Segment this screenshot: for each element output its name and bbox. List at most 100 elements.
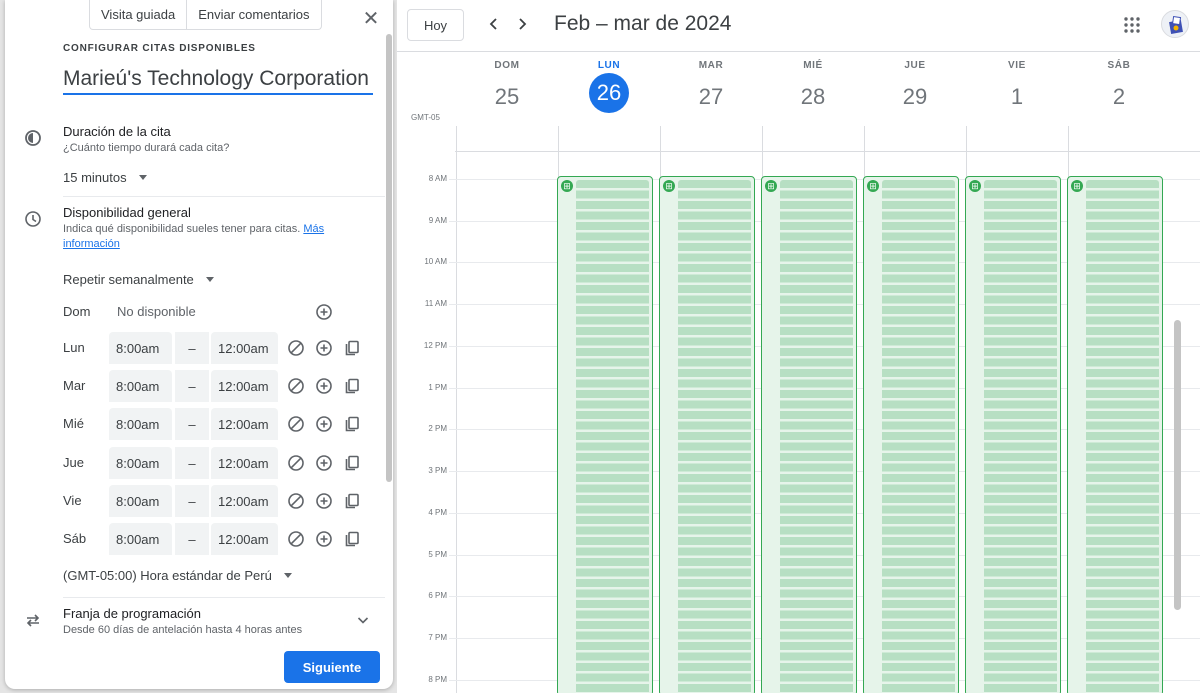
copy-icon[interactable]: [342, 453, 362, 473]
hour-label: 10 AM: [424, 257, 447, 266]
next-button[interactable]: Siguiente: [284, 651, 380, 683]
avatar[interactable]: [1161, 10, 1189, 38]
day-header-vie[interactable]: VIE 1: [966, 60, 1068, 117]
end-time-field[interactable]: 12:00am: [211, 332, 278, 364]
day-header-sab[interactable]: SÁB 2: [1068, 60, 1170, 117]
availability-block-jue[interactable]: ⊞: [863, 176, 959, 693]
copy-icon[interactable]: [342, 491, 362, 511]
day-label: Sáb: [63, 531, 87, 546]
add-time-icon[interactable]: [314, 338, 334, 358]
duration-dropdown[interactable]: 15 minutos: [63, 170, 147, 185]
end-time-field[interactable]: 12:00am: [211, 370, 278, 402]
add-time-icon[interactable]: [314, 491, 334, 511]
chevron-left-icon[interactable]: [484, 14, 504, 34]
end-time-field[interactable]: 12:00am: [211, 408, 278, 440]
panel-scrollbar[interactable]: [386, 34, 392, 482]
appointment-setup-panel: Visita guiada Enviar comentarios ✕ CONFI…: [5, 0, 393, 689]
day-header-mar[interactable]: MAR 27: [660, 60, 762, 117]
day-label: Dom: [63, 304, 91, 319]
start-time-field[interactable]: 8:00am: [109, 370, 172, 402]
hour-label: 7 PM: [428, 633, 447, 642]
hour-label: 9 AM: [428, 216, 447, 225]
unavailable-icon[interactable]: [286, 338, 306, 358]
day-row-vie: Vie 8:00am – 12:00am: [63, 485, 373, 517]
unavailable-icon[interactable]: [286, 414, 306, 434]
appointment-slots[interactable]: [882, 180, 955, 693]
day-label: Mar: [63, 378, 86, 393]
today-button[interactable]: Hoy: [407, 9, 464, 41]
hour-label: 6 PM: [428, 591, 447, 600]
add-time-icon[interactable]: [314, 453, 334, 473]
availability-block-lun[interactable]: ⊞: [557, 176, 653, 693]
title-input[interactable]: Marieú's Technology Corporation: [63, 67, 373, 95]
day-label: Lun: [63, 340, 85, 355]
appointment-grid-icon: ⊞: [867, 180, 879, 192]
day-header-mie[interactable]: MIÉ 28: [762, 60, 864, 117]
section-caption: CONFIGURAR CITAS DISPONIBLES: [63, 43, 256, 54]
appointment-slots[interactable]: [678, 180, 751, 693]
availability-block-mie[interactable]: ⊞: [761, 176, 857, 693]
appointment-grid-icon: ⊞: [765, 180, 777, 192]
add-time-icon[interactable]: [314, 302, 334, 322]
day-header-lun[interactable]: LUN 26: [558, 60, 660, 113]
availability-block-mar[interactable]: ⊞: [659, 176, 755, 693]
repeat-value: Repetir semanalmente: [63, 272, 194, 287]
add-time-icon[interactable]: [314, 376, 334, 396]
copy-icon[interactable]: [342, 414, 362, 434]
calendar-scrollbar[interactable]: [1174, 320, 1181, 610]
send-feedback-button[interactable]: Enviar comentarios: [186, 0, 320, 29]
copy-icon[interactable]: [342, 529, 362, 549]
availability-block-vie[interactable]: ⊞: [965, 176, 1061, 693]
hour-label: 11 AM: [424, 299, 447, 308]
divider: [63, 196, 385, 197]
appointment-slots[interactable]: [1086, 180, 1159, 693]
start-time-field[interactable]: 8:00am: [109, 485, 172, 517]
swap-arrows-icon: [26, 614, 40, 627]
start-time-field[interactable]: 8:00am: [109, 447, 172, 479]
timezone-dropdown[interactable]: (GMT-05:00) Hora estándar de Perú: [63, 568, 292, 583]
start-time-field[interactable]: 8:00am: [109, 523, 172, 555]
timezone-value: (GMT-05:00) Hora estándar de Perú: [63, 568, 272, 583]
day-header-jue[interactable]: JUE 29: [864, 60, 966, 117]
close-icon[interactable]: ✕: [361, 9, 381, 29]
appointment-grid-icon: ⊞: [561, 180, 573, 192]
day-of-week: VIE: [1008, 60, 1026, 71]
day-number: 2: [1112, 84, 1126, 109]
calendar-view: Hoy Feb – mar de 2024 DOM 25 LUN 26 MAR …: [397, 0, 1200, 693]
unavailable-icon[interactable]: [286, 529, 306, 549]
appointment-slots[interactable]: [780, 180, 853, 693]
day-row-lun: Lun 8:00am – 12:00am: [63, 332, 373, 364]
start-time-field[interactable]: 8:00am: [109, 408, 172, 440]
add-time-icon[interactable]: [314, 529, 334, 549]
unavailable-icon[interactable]: [286, 453, 306, 473]
end-time-field[interactable]: 12:00am: [211, 447, 278, 479]
copy-icon[interactable]: [342, 376, 362, 396]
copy-icon[interactable]: [342, 338, 362, 358]
day-label: Mié: [63, 416, 84, 431]
appointment-slots[interactable]: [576, 180, 649, 693]
day-header-dom[interactable]: DOM 25: [456, 60, 558, 117]
add-time-icon[interactable]: [314, 414, 334, 434]
availability-block-sab[interactable]: ⊞: [1067, 176, 1163, 693]
appointment-slots[interactable]: [984, 180, 1057, 693]
unavailable-icon[interactable]: [286, 491, 306, 511]
time-separator: –: [175, 447, 209, 479]
chevron-right-icon[interactable]: [512, 14, 532, 34]
end-time-field[interactable]: 12:00am: [211, 485, 278, 517]
time-separator: –: [175, 408, 209, 440]
day-number: 28: [800, 84, 826, 109]
unavailable-text: No disponible: [117, 304, 196, 319]
expand-chevron-icon[interactable]: [355, 612, 371, 628]
duration-subtitle: ¿Cuánto tiempo durará cada cita?: [63, 142, 230, 154]
apps-grid-icon[interactable]: [1123, 16, 1141, 34]
end-time-field[interactable]: 12:00am: [211, 523, 278, 555]
hour-label: 1 PM: [428, 383, 447, 392]
appointment-grid-icon: ⊞: [1071, 180, 1083, 192]
start-time-field[interactable]: 8:00am: [109, 332, 172, 364]
day-number: 25: [494, 84, 520, 109]
repeat-dropdown[interactable]: Repetir semanalmente: [63, 272, 214, 287]
hour-label: 4 PM: [428, 508, 447, 517]
unavailable-icon[interactable]: [286, 376, 306, 396]
day-row-mie: Mié 8:00am – 12:00am: [63, 408, 373, 440]
guided-tour-button[interactable]: Visita guiada: [90, 0, 186, 29]
